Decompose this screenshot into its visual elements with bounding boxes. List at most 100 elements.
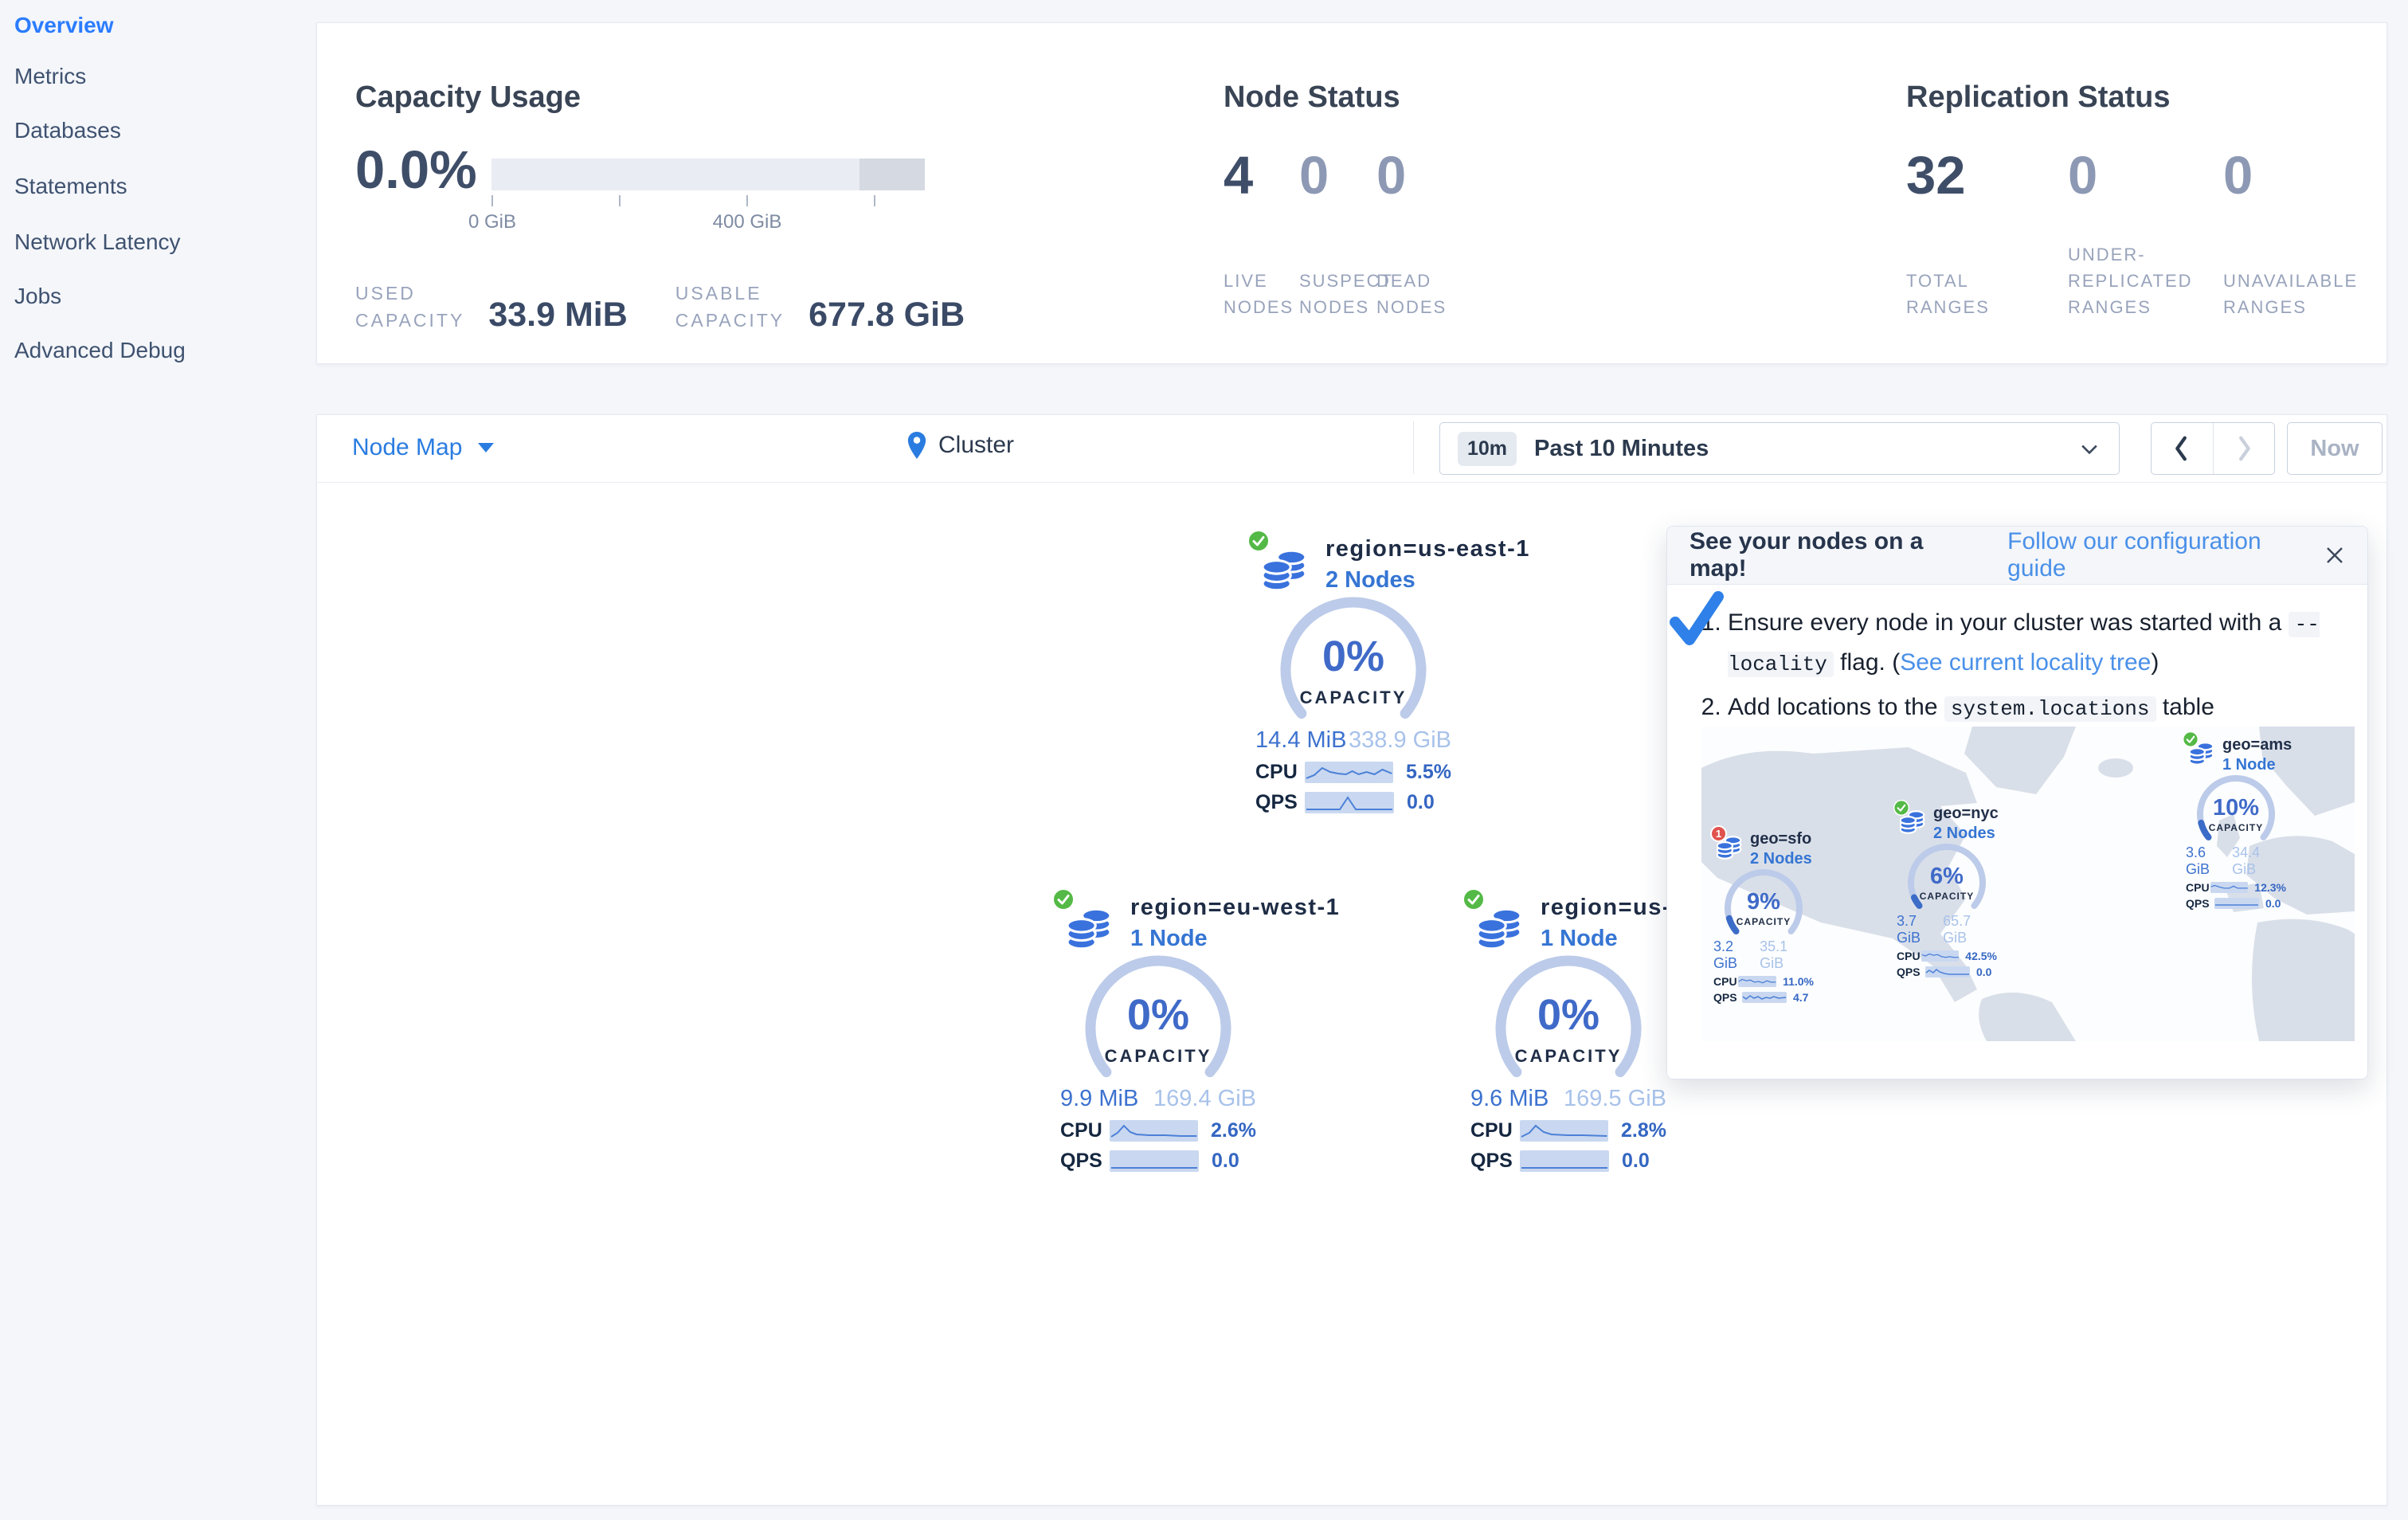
mini-node-name: geo=ams (2222, 736, 2292, 754)
qps-label: QPS (1470, 1150, 1513, 1172)
gauge-percent: 0% (1321, 633, 1385, 680)
setup-step-1: Ensure every node in your cluster was st… (1728, 604, 2343, 684)
under-replicated-stat: 0 UNDER- REPLICATED RANGES (2068, 149, 2223, 320)
big-checkmark-icon (1667, 590, 1728, 655)
qps-sparkline (1742, 992, 1787, 1003)
popup-title: See your nodes on a map! (1690, 528, 1924, 582)
geo-ams-node: geo=ams 1 Node 10% CAPACITY 3.6 GiB 34.4… (2183, 731, 2292, 910)
time-range-label: Past 10 Minutes (1534, 435, 1709, 461)
node-status-title: Node Status (1224, 80, 1400, 114)
gauge-capacity-label: CAPACITY (1104, 1046, 1212, 1066)
gauge-capacity-label: CAPACITY (1299, 688, 1408, 707)
time-range-dropdown[interactable]: 10m Past 10 Minutes (1439, 422, 2120, 475)
sidebar-item-statements[interactable]: Statements (14, 174, 127, 199)
under-replicated-label: UNDER- REPLICATED RANGES (2068, 245, 2193, 317)
chevron-down-icon (2081, 444, 2098, 459)
sidebar-item-overview[interactable]: Overview (14, 13, 114, 38)
unavailable-ranges-stat: 0 UNAVAILABLE RANGES (2223, 149, 2390, 320)
region-title: region=eu-west-1 (1130, 895, 1341, 920)
database-stack-icon (1066, 906, 1113, 956)
map-pin-icon (907, 432, 926, 459)
geo-sfo-node: 1 geo=sfo 2 Nodes 9% CAPACITY 3.2 GiB 35… (1710, 825, 1814, 1004)
mini-gauge-percent: 10% (2212, 795, 2260, 821)
capacity-bar: 0 GiB 400 GiB (468, 159, 925, 233)
capacity-percent: 0.0% (355, 140, 477, 200)
cpu-label: CPU (2186, 881, 2210, 894)
sidebar-item-network-latency[interactable]: Network Latency (14, 229, 181, 255)
mini-node-name: geo=nyc (1933, 805, 1999, 822)
qps-label: QPS (2186, 897, 2210, 910)
qps-value: 0.0 (1976, 966, 1992, 978)
region-group-eu-west-1[interactable]: region=eu-west-1 1 Node 0% CAPACITY 9.9 … (1052, 888, 1341, 1173)
usable-capacity-value: 677.8 GiB (809, 296, 965, 334)
sidebar-item-metrics[interactable]: Metrics (14, 64, 86, 89)
used-capacity-label: USED CAPACITY (355, 283, 465, 331)
view-mode-label: Node Map (352, 434, 463, 460)
dead-nodes-count: 0 (1376, 146, 1407, 206)
capacity-tick-400: 400 GiB (712, 211, 782, 233)
qps-value: 0.0 (1407, 791, 1435, 813)
cpu-label: CPU (1470, 1119, 1513, 1142)
mini-used-capacity: 3.7 GiB (1897, 913, 1921, 946)
live-nodes-count: 4 (1224, 146, 1254, 206)
cluster-overview-page: Overview Metrics Databases Statements Ne… (0, 0, 2408, 1520)
mini-capacity-gauge: 9% CAPACITY (1724, 868, 1803, 937)
time-range-badge: 10m (1458, 431, 1517, 466)
qps-value: 4.7 (1793, 991, 1809, 1004)
view-mode-dropdown[interactable]: Node Map (352, 434, 495, 461)
dead-nodes-label: DEAD NODES (1376, 271, 1447, 317)
capacity-usage-title: Capacity Usage (355, 80, 581, 114)
time-back-button[interactable] (2152, 423, 2213, 474)
chevron-left-icon (2175, 436, 2187, 461)
sidebar-item-databases[interactable]: Databases (14, 118, 121, 143)
qps-value: 0.0 (2265, 897, 2281, 910)
region-group-us-east-1[interactable]: region=us-east-1 2 Nodes 0% CAPACITY 14.… (1247, 530, 1530, 814)
qps-sparkline (1110, 1150, 1199, 1172)
cpu-sparkline (1109, 1120, 1199, 1142)
qps-value: 0.0 (1212, 1150, 1239, 1172)
qps-value: 0.0 (1622, 1150, 1650, 1172)
sidebar-item-jobs[interactable]: Jobs (14, 284, 61, 309)
time-forward-button[interactable] (2212, 423, 2275, 474)
system-locations-code: system.locations (1944, 696, 2156, 722)
mini-gauge-capacity-label: CAPACITY (1919, 891, 1975, 902)
region-group-us-west-1[interactable]: region=us-west-1 1 Node 0% CAPACITY 9.6 … (1462, 888, 1751, 1173)
sidebar-item-advanced-debug[interactable]: Advanced Debug (14, 338, 186, 363)
close-icon[interactable] (2324, 545, 2345, 566)
region-total-capacity: 169.5 GiB (1564, 1086, 1666, 1111)
configuration-guide-link[interactable]: Follow our configuration guide (2007, 528, 2324, 582)
capacity-gauge: 0% CAPACITY (1083, 955, 1234, 1079)
cpu-sparkline (2210, 882, 2249, 893)
locality-tree-link[interactable]: See current locality tree (1900, 649, 2151, 676)
cpu-sparkline (1921, 950, 1960, 962)
geo-nyc-node: geo=nyc 2 Nodes 6% CAPACITY 3.7 GiB 65.7… (1893, 800, 1999, 978)
qps-sparkline (1305, 792, 1394, 813)
live-nodes-label: LIVE NODES (1224, 271, 1294, 317)
mini-gauge-percent: 9% (1747, 889, 1780, 915)
mini-total-capacity: 65.7 GiB (1943, 913, 1971, 946)
cpu-value: 12.3% (2254, 881, 2286, 894)
now-button[interactable]: Now (2287, 422, 2383, 475)
qps-label: QPS (1255, 791, 1298, 813)
cpu-value: 2.6% (1211, 1119, 1256, 1142)
cpu-value: 5.5% (1406, 761, 1451, 783)
replication-status-title: Replication Status (1906, 80, 2171, 114)
region-nodes-link[interactable]: 1 Node (1541, 926, 1666, 952)
unavailable-ranges-count: 0 (2223, 146, 2253, 206)
suspect-nodes-stat: 0 SUSPECT NODES (1299, 149, 1392, 320)
capacity-gauge: 0% CAPACITY (1278, 597, 1429, 721)
live-nodes-stat: 4 LIVE NODES (1224, 149, 1299, 320)
breadcrumb[interactable]: Cluster (906, 431, 1014, 460)
capacity-bar-used-segment (859, 159, 925, 190)
mini-node-count: 2 Nodes (1750, 850, 1812, 868)
region-title: region=us-west-1 (1541, 895, 1751, 920)
total-ranges-label: TOTAL RANGES (1906, 271, 1990, 317)
qps-sparkline (2214, 898, 2259, 909)
region-title: region=us-east-1 (1325, 536, 1530, 562)
locality-setup-popup: See your nodes on a map! Follow our conf… (1666, 526, 2368, 1079)
dead-nodes-stat: 0 DEAD NODES (1376, 149, 1472, 320)
region-nodes-link[interactable]: 1 Node (1130, 926, 1256, 952)
region-nodes-link[interactable]: 2 Nodes (1325, 567, 1451, 594)
cpu-label: CPU (1897, 950, 1921, 962)
database-stack-icon (1716, 835, 1742, 864)
